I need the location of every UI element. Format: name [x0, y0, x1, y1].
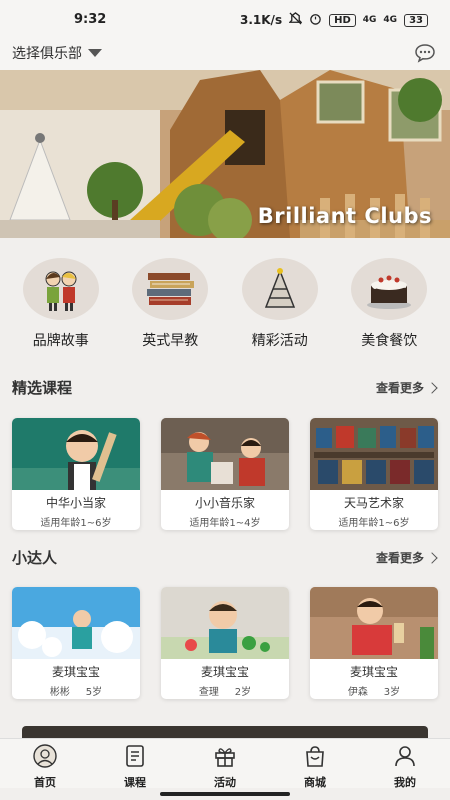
tab-events[interactable]: 活动: [180, 739, 270, 789]
view-more-label: 查看更多: [375, 381, 424, 395]
alarm-icon: [309, 12, 322, 28]
star-image: [12, 587, 140, 659]
view-more-link[interactable]: 查看更多: [375, 379, 438, 396]
home-avatar-icon: [32, 744, 58, 772]
tab-label: 我的: [394, 776, 416, 789]
course-title: 小小音乐家: [194, 496, 255, 510]
chevron-right-icon: [426, 381, 438, 394]
course-image: [161, 418, 289, 490]
star-info: 伊森 3岁: [310, 683, 438, 698]
course-title: 中华小当家: [45, 496, 106, 510]
category-row: 品牌故事 英式早教 精彩活动 美食餐饮: [0, 238, 450, 368]
star-badge: 麦琪宝宝: [200, 665, 249, 679]
category-food[interactable]: 美食餐饮: [339, 238, 439, 368]
person-icon: [393, 744, 417, 772]
status-icons: 3.1K/s HD 4G 4G 33: [240, 12, 428, 28]
star-info: 查理 2岁: [161, 683, 289, 698]
bottom-tab-bar: 首页 课程 活动 商城 我的: [0, 738, 450, 789]
category-british-early-education[interactable]: 英式早教: [120, 238, 220, 368]
category-label: 英式早教: [142, 333, 199, 349]
course-cards: 中华小当家 适用年龄1~6岁 小小音乐家 适用年龄1~4岁 天马艺术家 适用年龄…: [12, 418, 438, 530]
tab-home[interactable]: 首页: [0, 739, 90, 789]
star-card[interactable]: 麦琪宝宝 查理 2岁: [161, 587, 289, 699]
star-age: 5岁: [85, 687, 103, 698]
star-image: [310, 587, 438, 659]
chevron-right-icon: [426, 551, 438, 564]
section-header: 小达人 查看更多: [0, 538, 450, 576]
tab-mall[interactable]: 商城: [270, 739, 360, 789]
star-name: 查理: [198, 687, 219, 698]
star-card[interactable]: 麦琪宝宝 伊森 3岁: [310, 587, 438, 699]
view-more-label: 查看更多: [375, 551, 424, 565]
cake-icon: [351, 258, 428, 320]
top-bar: 选择俱乐部: [0, 38, 450, 70]
course-card[interactable]: 小小音乐家 适用年龄1~4岁: [161, 418, 289, 530]
star-age: 3岁: [383, 687, 401, 698]
signal-4g-2: 4G: [383, 15, 398, 25]
category-label: 精彩活动: [251, 333, 308, 349]
party-hat-icon: [241, 258, 318, 320]
battery-icon: 33: [404, 13, 428, 27]
star-cards: 麦琪宝宝 彬彬 5岁 麦琪宝宝 查理 2岁 麦琪宝宝 伊森 3岁: [12, 587, 438, 699]
little-stars-section: 小达人 查看更多 麦琪宝宝 彬彬 5岁 麦琪宝宝 查理 2岁 麦琪宝宝 伊森 3…: [0, 538, 450, 718]
tab-label: 活动: [214, 776, 236, 789]
status-bar: 9:32 3.1K/s HD 4G 4G 33: [0, 0, 450, 38]
star-badge: 麦琪宝宝: [51, 665, 100, 679]
gift-icon: [213, 744, 237, 772]
club-select-dropdown[interactable]: 选择俱乐部: [12, 43, 102, 63]
star-card[interactable]: 麦琪宝宝 彬彬 5岁: [12, 587, 140, 699]
mute-icon: [288, 12, 303, 28]
network-speed: 3.1K/s: [240, 13, 283, 27]
category-label: 品牌故事: [32, 333, 89, 349]
hd-badge: HD: [329, 13, 356, 27]
tab-label: 商城: [304, 776, 326, 789]
next-banner-peek[interactable]: [22, 726, 428, 738]
course-card[interactable]: 天马艺术家 适用年龄1~6岁: [310, 418, 438, 530]
course-title: 天马艺术家: [343, 496, 404, 510]
category-events[interactable]: 精彩活动: [230, 238, 330, 368]
view-more-link[interactable]: 查看更多: [375, 549, 438, 566]
chat-bubble-icon[interactable]: [414, 43, 436, 67]
course-age: 适用年龄1~6岁: [338, 518, 410, 529]
section-title: 小达人: [12, 549, 58, 567]
document-icon: [123, 744, 147, 772]
tab-courses[interactable]: 课程: [90, 739, 180, 789]
star-badge: 麦琪宝宝: [349, 665, 398, 679]
home-indicator[interactable]: [160, 792, 290, 796]
tab-label: 首页: [34, 776, 56, 789]
signal-4g-1: 4G: [362, 15, 377, 25]
course-age: 适用年龄1~4岁: [189, 518, 261, 529]
course-card[interactable]: 中华小当家 适用年龄1~6岁: [12, 418, 140, 530]
section-header: 精选课程 查看更多: [0, 368, 450, 406]
featured-courses-section: 精选课程 查看更多 中华小当家 适用年龄1~6岁 小小音乐家 适用年龄1~4岁 …: [0, 368, 450, 538]
star-info: 彬彬 5岁: [12, 683, 140, 698]
course-age: 适用年龄1~6岁: [40, 518, 112, 529]
tab-label: 课程: [124, 776, 146, 789]
tab-mine[interactable]: 我的: [360, 739, 450, 789]
caret-down-icon: [88, 49, 102, 57]
banner-title: Brilliant Clubs: [257, 204, 432, 228]
star-name: 伊森: [347, 687, 368, 698]
shopping-bag-icon: [303, 744, 327, 772]
category-brand-story[interactable]: 品牌故事: [11, 238, 111, 368]
star-name: 彬彬: [49, 687, 70, 698]
club-select-label: 选择俱乐部: [12, 46, 82, 62]
hero-banner[interactable]: Brilliant Clubs: [0, 70, 450, 238]
category-label: 美食餐饮: [361, 333, 418, 349]
star-age: 2岁: [234, 687, 252, 698]
course-image: [310, 418, 438, 490]
section-title: 精选课程: [12, 379, 73, 397]
status-time: 9:32: [74, 12, 107, 27]
books-icon: [132, 258, 209, 320]
children-illustration-icon: [22, 258, 99, 320]
course-image: [12, 418, 140, 490]
star-image: [161, 587, 289, 659]
